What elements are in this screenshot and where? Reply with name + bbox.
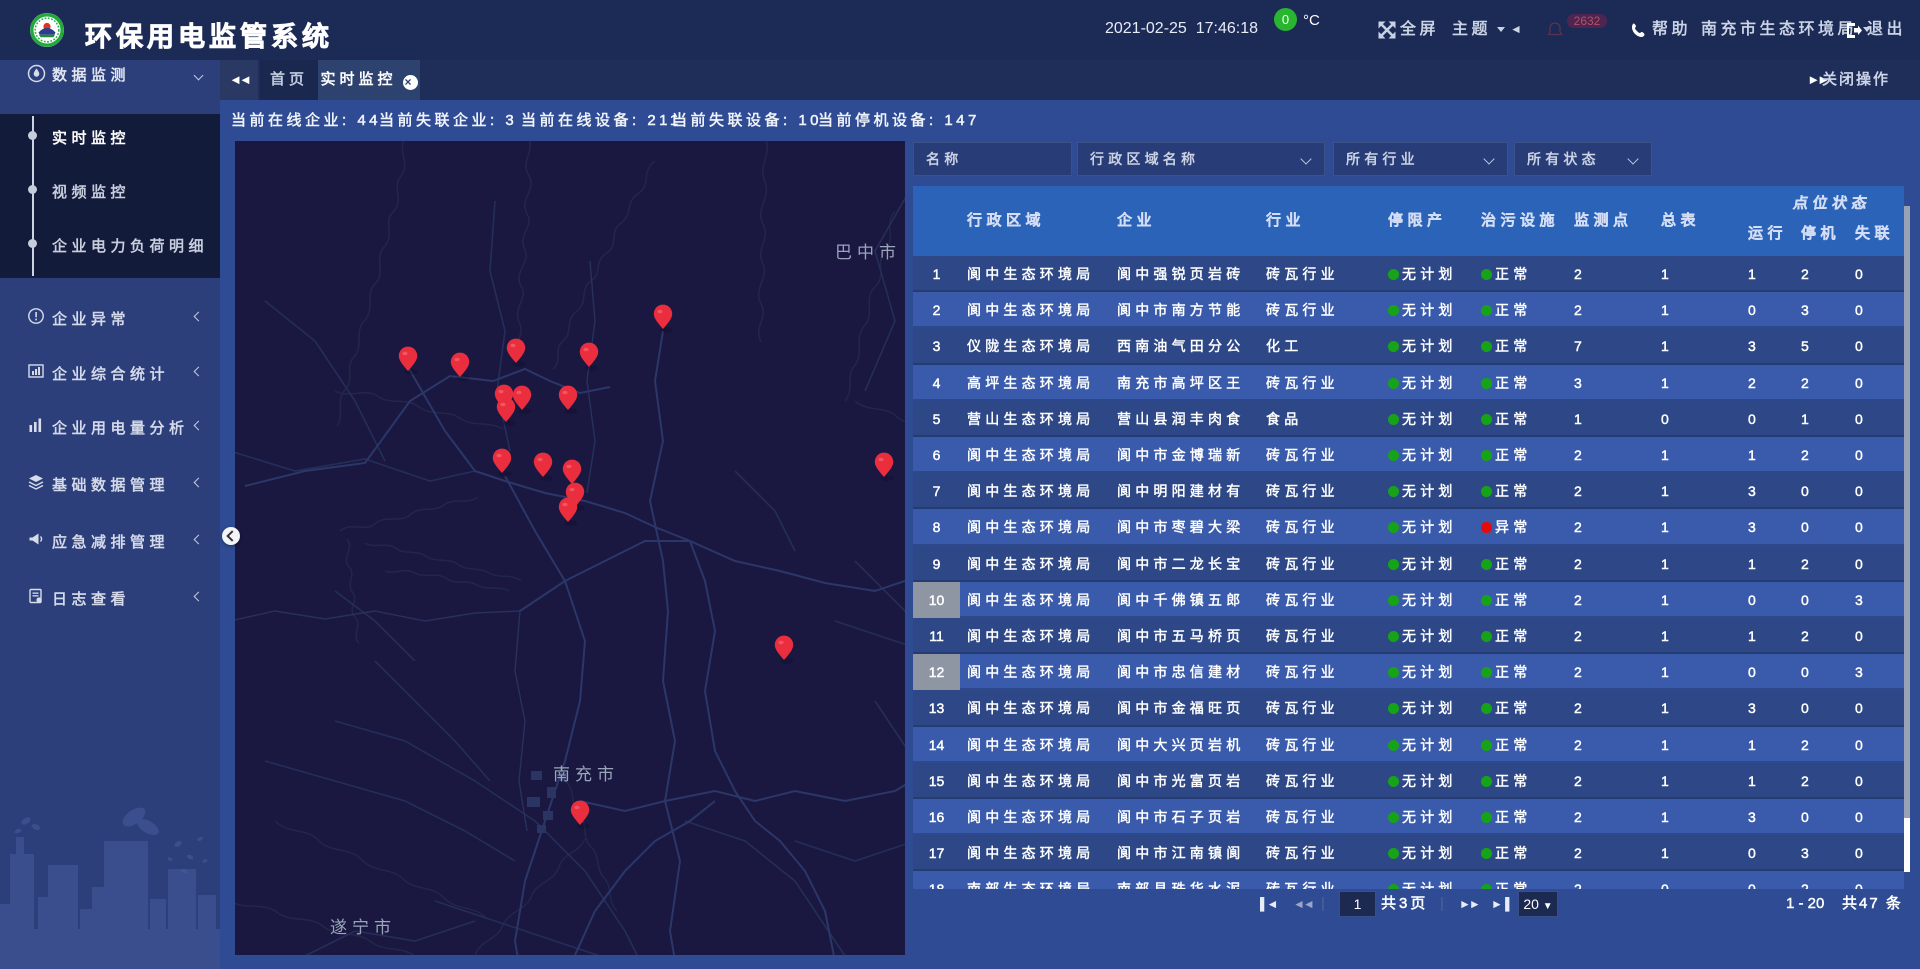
svg-text:巴中市: 巴中市 — [835, 243, 901, 262]
svg-text:南充市: 南充市 — [553, 765, 619, 784]
svg-text:遂宁市: 遂宁市 — [330, 918, 396, 937]
